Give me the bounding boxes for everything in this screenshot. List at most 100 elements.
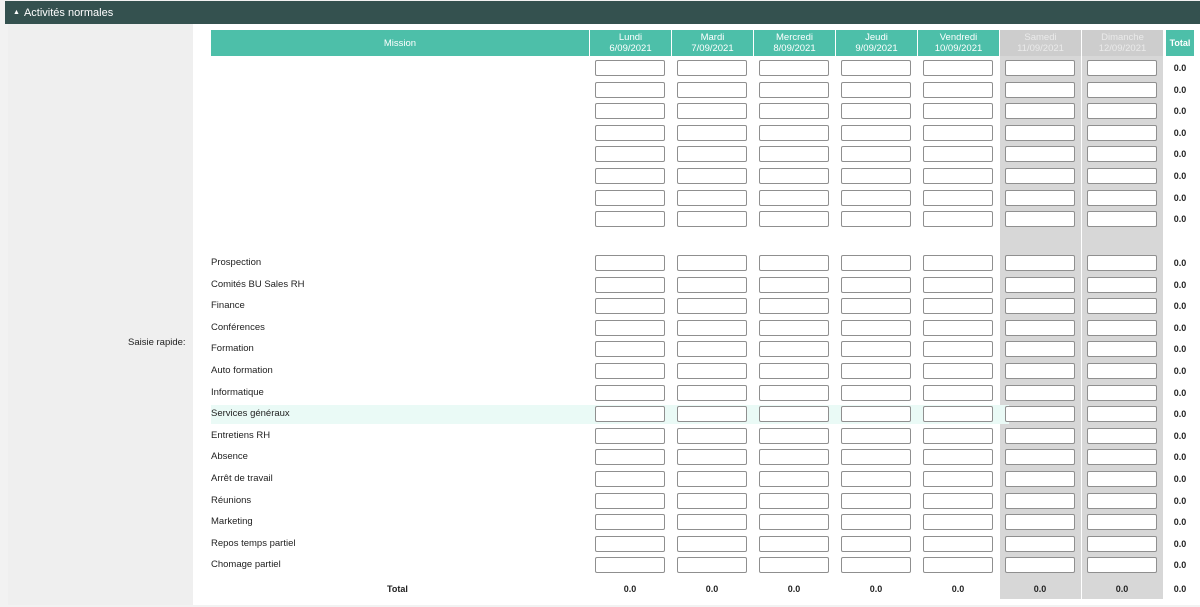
hours-input[interactable]: [595, 255, 665, 271]
hours-input[interactable]: [595, 319, 665, 336]
hours-input[interactable]: [923, 103, 993, 120]
hours-input[interactable]: [923, 535, 993, 552]
hours-input[interactable]: [1005, 535, 1075, 552]
hours-input[interactable]: [759, 81, 829, 98]
hours-input[interactable]: [759, 406, 829, 423]
hours-input[interactable]: [923, 427, 993, 444]
hours-input[interactable]: [841, 60, 911, 76]
hours-input[interactable]: [759, 514, 829, 531]
hours-input[interactable]: [841, 535, 911, 552]
hours-input[interactable]: [595, 341, 665, 358]
hours-input[interactable]: [759, 557, 829, 574]
hours-input[interactable]: [759, 103, 829, 120]
hours-input[interactable]: [595, 81, 665, 98]
hours-input[interactable]: [677, 319, 747, 336]
hours-input[interactable]: [759, 319, 829, 336]
hours-input[interactable]: [677, 341, 747, 358]
hours-input[interactable]: [595, 189, 665, 206]
hours-input[interactable]: [1087, 406, 1157, 423]
hours-input[interactable]: [1005, 81, 1075, 98]
hours-input[interactable]: [1087, 449, 1157, 466]
hours-input[interactable]: [1005, 298, 1075, 315]
hours-input[interactable]: [923, 514, 993, 531]
hours-input[interactable]: [759, 427, 829, 444]
hours-input[interactable]: [759, 255, 829, 271]
hours-input[interactable]: [677, 146, 747, 163]
hours-input[interactable]: [595, 103, 665, 120]
hours-input[interactable]: [595, 60, 665, 76]
hours-input[interactable]: [1005, 211, 1075, 228]
hours-input[interactable]: [1087, 384, 1157, 401]
hours-input[interactable]: [595, 535, 665, 552]
hours-input[interactable]: [1087, 341, 1157, 358]
hours-input[interactable]: [759, 276, 829, 293]
hours-input[interactable]: [841, 406, 911, 423]
hours-input[interactable]: [595, 427, 665, 444]
hours-input[interactable]: [1005, 363, 1075, 379]
hours-input[interactable]: [677, 384, 747, 401]
hours-input[interactable]: [595, 557, 665, 574]
hours-input[interactable]: [841, 276, 911, 293]
hours-input[interactable]: [1087, 211, 1157, 228]
hours-input[interactable]: [677, 471, 747, 487]
hours-input[interactable]: [923, 406, 993, 423]
hours-input[interactable]: [841, 124, 911, 141]
hours-input[interactable]: [923, 471, 993, 487]
hours-input[interactable]: [923, 363, 993, 379]
hours-input[interactable]: [677, 492, 747, 509]
hours-input[interactable]: [841, 341, 911, 358]
hours-input[interactable]: [923, 255, 993, 271]
hours-input[interactable]: [677, 255, 747, 271]
hours-input[interactable]: [595, 211, 665, 228]
hours-input[interactable]: [1005, 124, 1075, 141]
hours-input[interactable]: [841, 81, 911, 98]
hours-input[interactable]: [677, 103, 747, 120]
hours-input[interactable]: [923, 81, 993, 98]
hours-input[interactable]: [923, 189, 993, 206]
hours-input[interactable]: [1005, 514, 1075, 531]
hours-input[interactable]: [677, 81, 747, 98]
hours-input[interactable]: [1005, 427, 1075, 444]
hours-input[interactable]: [841, 298, 911, 315]
hours-input[interactable]: [923, 557, 993, 574]
hours-input[interactable]: [759, 124, 829, 141]
hours-input[interactable]: [595, 168, 665, 184]
hours-input[interactable]: [1087, 492, 1157, 509]
hours-input[interactable]: [1005, 492, 1075, 509]
hours-input[interactable]: [841, 363, 911, 379]
hours-input[interactable]: [759, 298, 829, 315]
hours-input[interactable]: [1087, 363, 1157, 379]
hours-input[interactable]: [841, 319, 911, 336]
hours-input[interactable]: [1005, 341, 1075, 358]
hours-input[interactable]: [677, 60, 747, 76]
hours-input[interactable]: [595, 363, 665, 379]
hours-input[interactable]: [1087, 535, 1157, 552]
hours-input[interactable]: [841, 557, 911, 574]
hours-input[interactable]: [1005, 146, 1075, 163]
hours-input[interactable]: [677, 298, 747, 315]
hours-input[interactable]: [841, 189, 911, 206]
hours-input[interactable]: [595, 384, 665, 401]
hours-input[interactable]: [923, 384, 993, 401]
hours-input[interactable]: [841, 168, 911, 184]
hours-input[interactable]: [1005, 255, 1075, 271]
hours-input[interactable]: [759, 146, 829, 163]
hours-input[interactable]: [677, 449, 747, 466]
hours-input[interactable]: [1005, 319, 1075, 336]
hours-input[interactable]: [595, 124, 665, 141]
hours-input[interactable]: [923, 298, 993, 315]
hours-input[interactable]: [1087, 319, 1157, 336]
hours-input[interactable]: [1087, 276, 1157, 293]
hours-input[interactable]: [841, 492, 911, 509]
hours-input[interactable]: [841, 103, 911, 120]
hours-input[interactable]: [759, 341, 829, 358]
hours-input[interactable]: [1005, 276, 1075, 293]
hours-input[interactable]: [677, 189, 747, 206]
hours-input[interactable]: [1087, 81, 1157, 98]
hours-input[interactable]: [1087, 514, 1157, 531]
hours-input[interactable]: [841, 146, 911, 163]
hours-input[interactable]: [1005, 60, 1075, 76]
hours-input[interactable]: [1005, 384, 1075, 401]
hours-input[interactable]: [841, 255, 911, 271]
hours-input[interactable]: [759, 189, 829, 206]
